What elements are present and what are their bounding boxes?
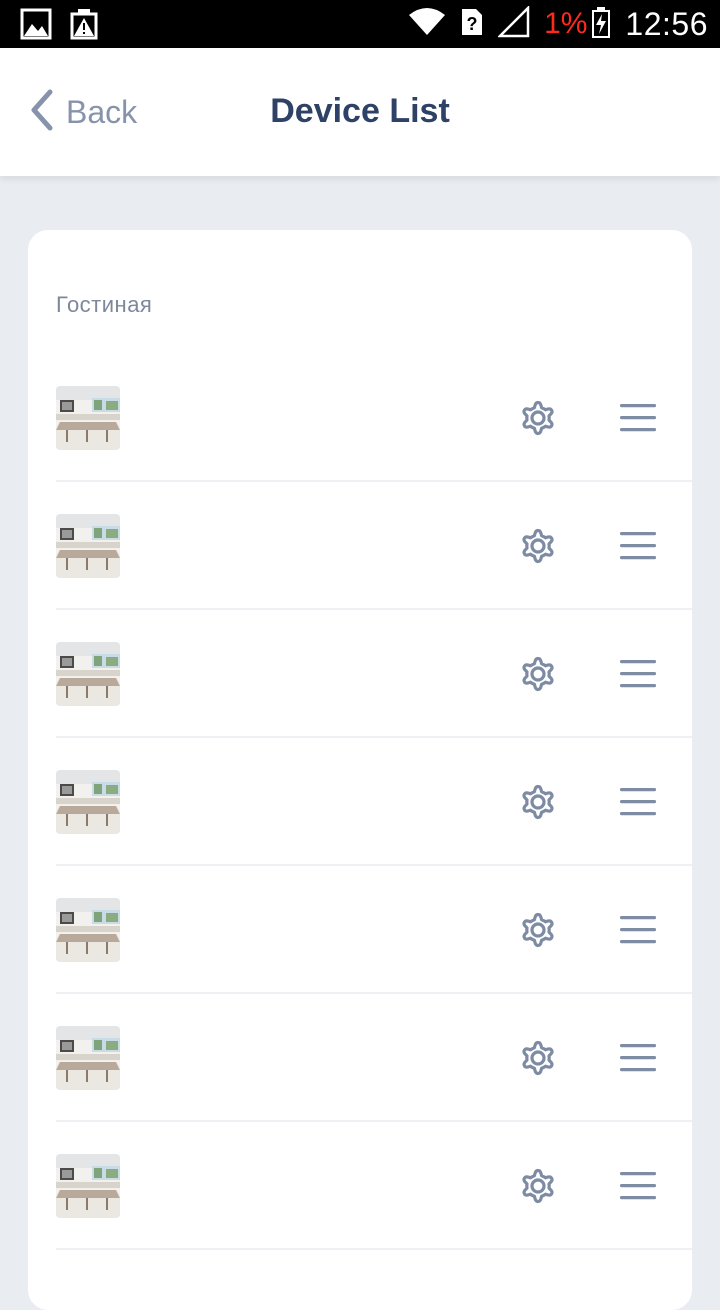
device-row[interactable] (56, 738, 692, 866)
menu-icon[interactable] (618, 1040, 658, 1076)
device-list (56, 354, 692, 1250)
gear-icon[interactable] (516, 780, 560, 824)
gear-icon[interactable] (516, 652, 560, 696)
wifi-icon (408, 7, 446, 42)
status-bar: ? 1% 12:56 (0, 0, 720, 48)
device-row[interactable] (56, 1122, 692, 1250)
battery-percent: 1% (544, 7, 588, 40)
room-thumbnail (56, 1026, 120, 1090)
group-label: Гостиная (56, 292, 153, 317)
alert-icon (68, 8, 100, 45)
device-row[interactable] (56, 866, 692, 994)
device-row[interactable] (56, 354, 692, 482)
status-right: ? 1% 12:56 (408, 4, 708, 44)
status-time: 12:56 (625, 5, 708, 42)
gear-icon[interactable] (516, 524, 560, 568)
gear-icon[interactable] (516, 396, 560, 440)
image-icon (20, 8, 52, 45)
device-row[interactable] (56, 482, 692, 610)
menu-icon[interactable] (618, 400, 658, 436)
menu-icon[interactable] (618, 784, 658, 820)
app-header: Back Device List (0, 48, 720, 176)
gear-icon[interactable] (516, 908, 560, 952)
battery-indicator: 1% (544, 6, 611, 43)
room-thumbnail (56, 642, 120, 706)
room-thumbnail (56, 898, 120, 962)
battery-charging-icon (591, 6, 611, 43)
menu-icon[interactable] (618, 1168, 658, 1204)
room-thumbnail (56, 1154, 120, 1218)
room-thumbnail (56, 514, 120, 578)
sim-unknown-icon: ? (460, 7, 484, 42)
room-thumbnail (56, 770, 120, 834)
device-row[interactable] (56, 994, 692, 1122)
menu-icon[interactable] (618, 528, 658, 564)
device-row[interactable] (56, 610, 692, 738)
menu-icon[interactable] (618, 656, 658, 692)
gear-icon[interactable] (516, 1164, 560, 1208)
room-thumbnail (56, 386, 120, 450)
menu-icon[interactable] (618, 912, 658, 948)
status-left (20, 8, 100, 45)
page-title: Device List (270, 92, 450, 130)
gear-icon[interactable] (516, 1036, 560, 1080)
cell-signal-icon (497, 4, 530, 43)
svg-text:?: ? (467, 14, 478, 34)
device-group-card: Гостиная (28, 230, 692, 1310)
